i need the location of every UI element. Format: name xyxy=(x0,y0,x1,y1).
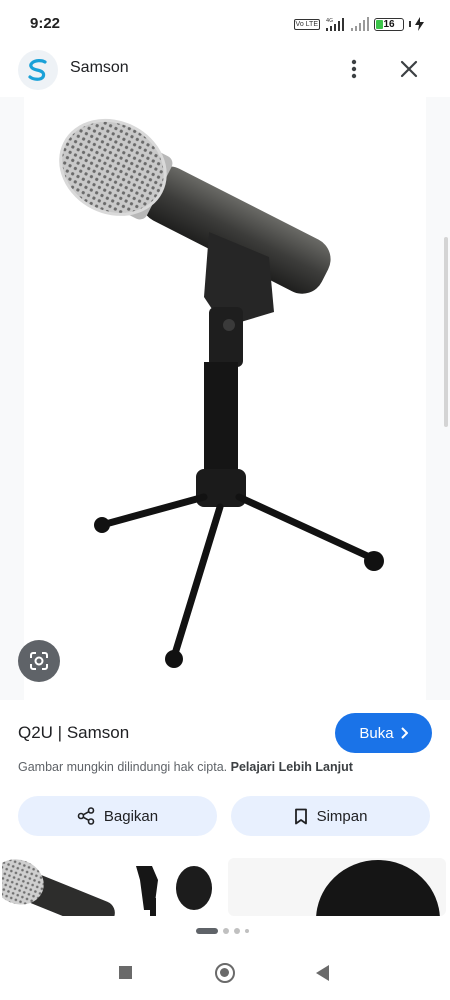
signal-icon: 4G xyxy=(326,18,344,31)
lens-search-button[interactable] xyxy=(18,640,60,682)
more-vert-icon[interactable] xyxy=(340,54,368,84)
recents-button[interactable] xyxy=(119,966,132,979)
back-button[interactable] xyxy=(316,965,329,981)
battery-fill xyxy=(376,19,384,29)
close-icon[interactable] xyxy=(394,54,424,84)
copyright-text: Gambar mungkin dilindungi hak cipta. xyxy=(18,760,228,774)
share-icon xyxy=(77,807,95,825)
share-button[interactable]: Bagikan xyxy=(18,796,217,836)
charging-icon xyxy=(415,17,424,31)
home-button[interactable] xyxy=(215,963,235,983)
carousel-dot xyxy=(245,929,249,933)
carousel-dot-active xyxy=(196,928,218,934)
viewer-header: Samson xyxy=(0,46,450,92)
share-label: Bagikan xyxy=(103,807,159,825)
visit-label: Buka xyxy=(359,724,394,742)
bookmark-icon xyxy=(294,808,307,824)
carousel-dot xyxy=(223,928,229,934)
lens-icon xyxy=(30,652,48,670)
related-images xyxy=(0,858,450,916)
related-image-thumbnail[interactable] xyxy=(228,858,446,916)
signal-icon-2 xyxy=(351,17,369,31)
samson-logo-icon[interactable] xyxy=(18,50,58,90)
copyright-notice: Gambar mungkin dilindungi hak cipta. Pel… xyxy=(18,760,353,774)
system-nav-bar xyxy=(0,950,450,998)
battery-icon: 16 xyxy=(374,17,404,31)
battery-nub xyxy=(409,21,411,27)
carousel-dot xyxy=(234,928,240,934)
save-button[interactable]: Simpan xyxy=(231,796,430,836)
site-name[interactable]: Samson xyxy=(70,59,129,77)
product-image[interactable] xyxy=(24,97,426,700)
status-time: 9:22 xyxy=(30,15,61,32)
learn-more-link[interactable]: Pelajari Lebih Lanjut xyxy=(231,760,353,774)
related-image-thumbnail[interactable] xyxy=(2,858,220,916)
carousel-indicator xyxy=(196,928,249,934)
chevron-right-icon xyxy=(400,727,408,739)
status-icons: Vo LTE 4G 16 xyxy=(293,16,424,32)
scrollbar[interactable] xyxy=(444,237,448,427)
battery-level: 16 xyxy=(383,18,395,30)
microphone-on-tripod-image xyxy=(59,118,384,668)
result-title[interactable]: Q2U | Samson xyxy=(18,723,129,743)
volte-indicator: Vo LTE xyxy=(293,18,320,30)
save-label: Simpan xyxy=(316,807,368,825)
network-type: 4G xyxy=(326,18,333,24)
image-viewer[interactable] xyxy=(0,97,450,700)
visit-button[interactable]: Buka xyxy=(335,713,432,753)
status-bar: 9:22 Vo LTE 4G 16 xyxy=(0,0,450,46)
